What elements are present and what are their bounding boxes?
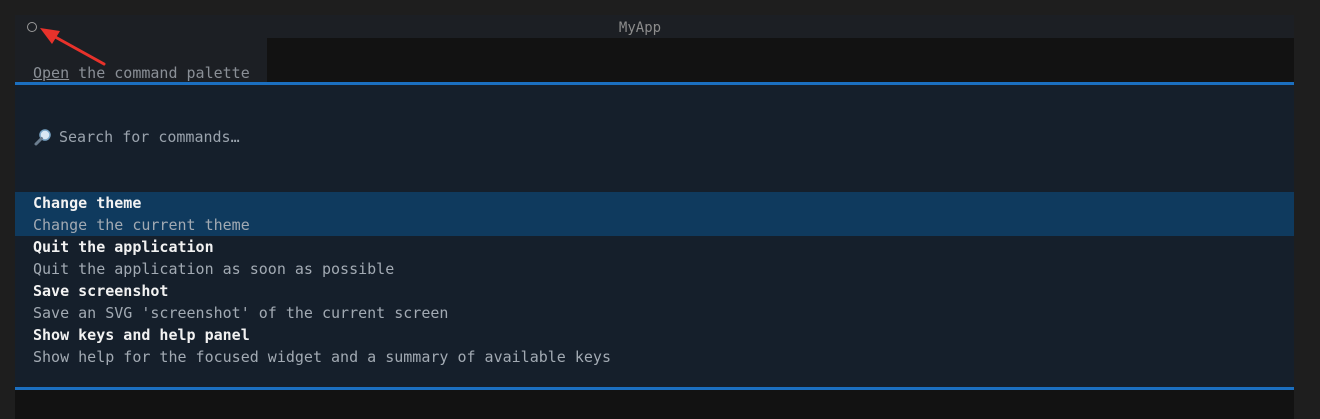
command-description: Save an SVG 'screenshot' of the current … <box>33 304 449 322</box>
command-description: Quit the application as soon as possible <box>33 260 395 278</box>
command-item-quit[interactable]: Quit the application Quit the applicatio… <box>15 236 1294 280</box>
command-title: Save screenshot <box>33 282 169 300</box>
command-description: Show help for the focused widget and a s… <box>33 348 611 366</box>
screenshot-frame: MyApp Open the command palette Change th… <box>0 0 1320 419</box>
title-bar: MyApp <box>15 15 1294 38</box>
command-title: Change theme <box>33 194 142 212</box>
footer-area <box>15 390 1294 419</box>
window-title: MyApp <box>618 20 662 36</box>
app-window: MyApp Open the command palette Change th… <box>15 15 1294 419</box>
command-item-save-screenshot[interactable]: Save screenshot Save an SVG 'screenshot'… <box>15 280 1294 324</box>
search-input[interactable] <box>59 128 659 146</box>
open-command-palette-link[interactable]: Open <box>33 64 69 82</box>
command-description: Change the current theme <box>33 216 250 234</box>
command-item-change-theme[interactable]: Change theme Change the current theme <box>15 192 1294 236</box>
command-palette: Change theme Change the current theme Qu… <box>15 85 1294 387</box>
search-bar[interactable] <box>33 125 659 149</box>
header-hint-text: the command palette <box>69 64 250 82</box>
command-list: Change theme Change the current theme Qu… <box>15 192 1294 368</box>
magnifier-icon <box>33 127 53 147</box>
command-title: Quit the application <box>33 238 214 256</box>
command-item-show-keys[interactable]: Show keys and help panel Show help for t… <box>15 324 1294 368</box>
header-hint: Open the command palette <box>33 63 250 83</box>
command-title: Show keys and help panel <box>33 326 250 344</box>
